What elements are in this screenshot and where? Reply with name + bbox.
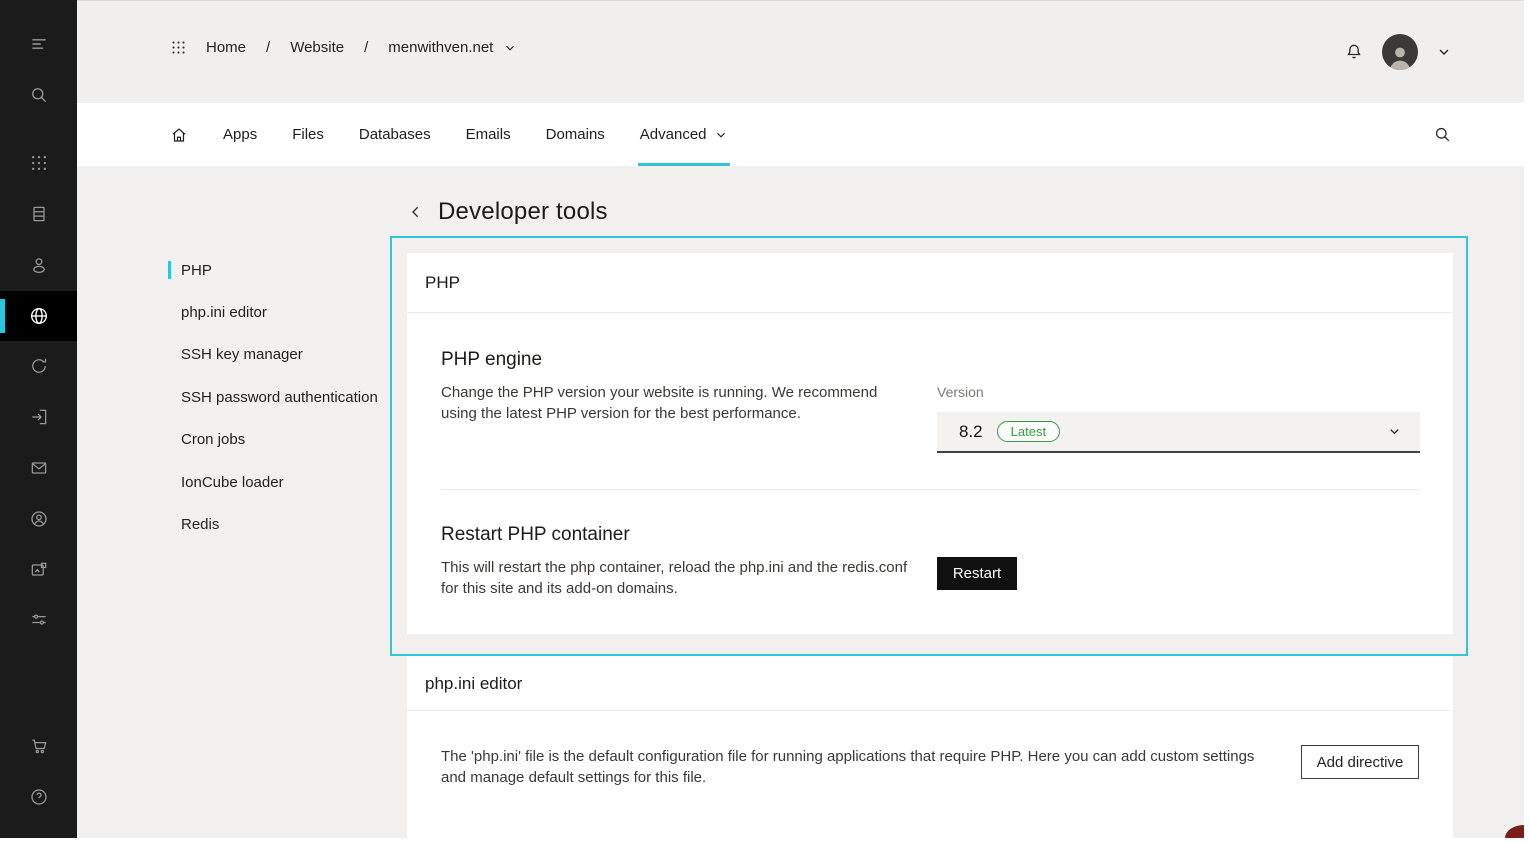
- avatar[interactable]: [1382, 34, 1418, 70]
- submenu-item-phpini-editor[interactable]: php.ini editor: [168, 291, 400, 333]
- tab-domains[interactable]: Domains: [546, 103, 605, 166]
- submenu-item-ssh-key-manager[interactable]: SSH key manager: [168, 334, 400, 376]
- submenu-item-label: Cron jobs: [181, 431, 245, 448]
- php-version-value: 8.2: [959, 422, 983, 442]
- page-title-row: Developer tools: [408, 198, 608, 226]
- breadcrumb-website[interactable]: Website: [290, 39, 344, 56]
- submenu-active-indicator: [168, 261, 171, 279]
- tab-emails-label: Emails: [466, 126, 511, 143]
- search-icon[interactable]: [0, 70, 77, 120]
- breadcrumb-home[interactable]: Home: [206, 39, 246, 56]
- login-icon[interactable]: [0, 392, 77, 442]
- header-right: [1344, 34, 1452, 70]
- chevron-down-icon: [714, 128, 728, 142]
- sync-icon[interactable]: [0, 341, 77, 391]
- submenu-item-label: Redis: [181, 516, 219, 533]
- apps-grid-icon[interactable]: [0, 138, 77, 188]
- restart-button[interactable]: Restart: [937, 557, 1017, 590]
- page-title: Developer tools: [438, 198, 608, 226]
- tab-domains-label: Domains: [546, 126, 605, 143]
- breadcrumb-separator: /: [364, 39, 368, 56]
- back-chevron-icon[interactable]: [408, 204, 424, 220]
- home-icon[interactable]: [170, 126, 188, 144]
- php-engine-description: Change the PHP version your website is r…: [441, 382, 909, 424]
- tab-files[interactable]: Files: [292, 103, 324, 166]
- version-label: Version: [937, 384, 984, 400]
- phpini-card-title: php.ini editor: [407, 656, 1453, 711]
- breadcrumb-grid-icon[interactable]: [171, 40, 186, 55]
- preferences-icon[interactable]: [0, 595, 77, 645]
- site-navbar: Apps Files Databases Emails Domains Adva…: [77, 103, 1524, 166]
- submenu-item-ssh-password-auth[interactable]: SSH password authentication: [168, 376, 400, 418]
- restart-description: This will restart the php container, rel…: [441, 557, 923, 599]
- menu-icon[interactable]: [0, 19, 77, 69]
- globe-icon[interactable]: [0, 291, 77, 341]
- tab-files-label: Files: [292, 126, 324, 143]
- cart-icon[interactable]: [0, 721, 77, 771]
- breadcrumb-domain[interactable]: menwithven.net: [388, 39, 517, 56]
- account-chevron-down-icon[interactable]: [1436, 44, 1452, 60]
- developer-tools-submenu: PHP php.ini editor SSH key manager SSH p…: [168, 249, 400, 546]
- sidebar-active-indicator: [0, 299, 5, 333]
- add-directive-button[interactable]: Add directive: [1301, 745, 1419, 779]
- tab-databases-label: Databases: [359, 126, 431, 143]
- tab-apps-label: Apps: [223, 126, 257, 143]
- breadcrumb-separator: /: [266, 39, 270, 56]
- tab-apps[interactable]: Apps: [223, 103, 257, 166]
- tab-databases[interactable]: Databases: [359, 103, 431, 166]
- tab-advanced-label: Advanced: [640, 126, 707, 143]
- submenu-item-label: IonCube loader: [181, 474, 284, 491]
- tab-emails[interactable]: Emails: [466, 103, 511, 166]
- php-card-title: PHP: [407, 253, 1453, 313]
- restart-heading: Restart PHP container: [441, 524, 630, 546]
- account-icon[interactable]: [0, 494, 77, 544]
- active-tab-underline: [638, 163, 730, 166]
- breadcrumb: Home / Website / menwithven.net: [171, 39, 517, 56]
- submenu-item-label: SSH password authentication: [181, 389, 378, 406]
- section-divider: [441, 489, 1420, 490]
- submenu-item-php[interactable]: PHP: [168, 249, 400, 291]
- app-window: Home / Website / menwithven.net: [0, 0, 1524, 838]
- php-version-select[interactable]: 8.2 Latest: [937, 412, 1420, 453]
- user-icon[interactable]: [0, 240, 77, 290]
- php-card: PHP PHP engine Change the PHP version yo…: [407, 253, 1453, 634]
- submenu-item-label: PHP: [181, 262, 212, 279]
- bell-icon[interactable]: [1344, 42, 1364, 62]
- phpini-card: php.ini editor The 'php.ini' file is the…: [407, 656, 1453, 838]
- icon-sidebar: [0, 0, 77, 838]
- php-engine-heading: PHP engine: [441, 349, 542, 371]
- select-chevron-down-icon: [1387, 424, 1402, 439]
- help-icon[interactable]: [0, 772, 77, 822]
- phpini-description: The 'php.ini' file is the default config…: [441, 746, 1271, 788]
- top-header: Home / Website / menwithven.net: [77, 0, 1524, 103]
- mail-icon[interactable]: [0, 443, 77, 493]
- server-icon[interactable]: [0, 189, 77, 239]
- submenu-item-redis[interactable]: Redis: [168, 503, 400, 545]
- tab-advanced[interactable]: Advanced: [640, 103, 728, 166]
- submenu-item-cron-jobs[interactable]: Cron jobs: [168, 419, 400, 461]
- submenu-item-label: SSH key manager: [181, 346, 303, 363]
- submenu-item-ioncube-loader[interactable]: IonCube loader: [168, 461, 400, 503]
- chevron-down-icon: [503, 41, 517, 55]
- nav-search-icon[interactable]: [1433, 125, 1452, 149]
- latest-badge: Latest: [997, 421, 1060, 442]
- sites-icon[interactable]: [0, 545, 77, 595]
- submenu-item-label: php.ini editor: [181, 304, 267, 321]
- breadcrumb-domain-label: menwithven.net: [388, 39, 493, 56]
